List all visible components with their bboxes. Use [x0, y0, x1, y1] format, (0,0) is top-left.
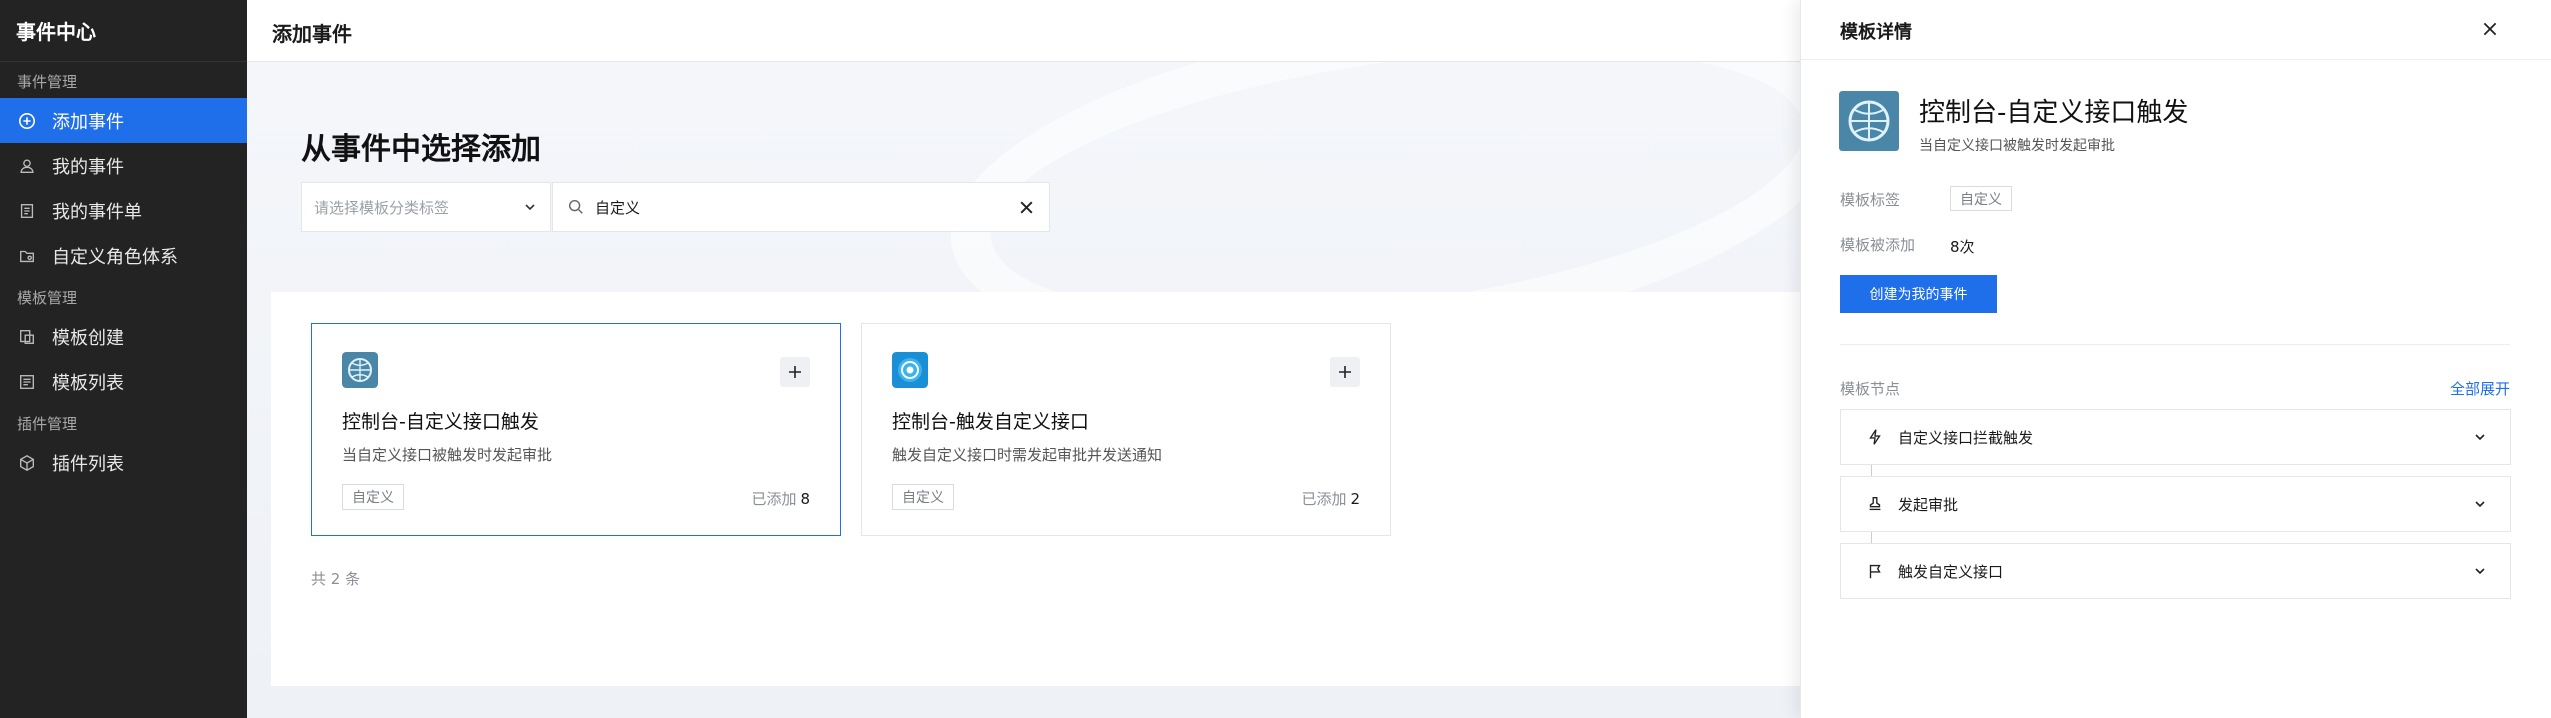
- added-label: 已添加: [751, 490, 797, 508]
- sidebar-item-label: 插件列表: [52, 453, 124, 475]
- group-title-event: 事件管理: [17, 73, 78, 91]
- clear-icon[interactable]: [1018, 199, 1035, 216]
- drawer-title: 模板详情: [1840, 22, 1912, 43]
- globe-logo-icon: [342, 352, 378, 388]
- user-icon: [18, 157, 36, 175]
- card-title: 控制台-自定义接口触发: [342, 411, 539, 433]
- target-logo-icon: [892, 352, 928, 388]
- group-title-template: 模板管理: [17, 289, 78, 307]
- result-panel: 控制台-自定义接口触发 当自定义接口被触发时发起审批 自定义 已添加 8 控制台-…: [271, 292, 1800, 686]
- divider: [1840, 344, 2510, 345]
- main-content: 从事件中选择添加 请选择模板分类标签 自定义 控制台-自定义接口触发 当自定义接…: [247, 62, 1800, 718]
- sidebar-item-plugin-list[interactable]: 插件列表: [0, 440, 247, 485]
- node-item[interactable]: 自定义接口拦截触发: [1840, 409, 2511, 465]
- template-card[interactable]: 控制台-自定义接口触发 当自定义接口被触发时发起审批 自定义 已添加 8: [311, 323, 841, 536]
- sidebar-item-template-create[interactable]: 模板创建: [0, 314, 247, 359]
- plus-icon: [1339, 366, 1351, 378]
- sidebar-item-label: 模板创建: [52, 327, 124, 349]
- category-select[interactable]: 请选择模板分类标签: [301, 182, 551, 232]
- cube-icon: [18, 454, 36, 472]
- drawer-template-name: 控制台-自定义接口触发: [1919, 98, 2189, 128]
- drawer-tag: 自定义: [1950, 186, 2012, 211]
- added-number: 2: [1350, 490, 1360, 508]
- added-number: 8: [800, 490, 810, 508]
- brand-title: 事件中心: [0, 0, 247, 62]
- search-input[interactable]: 自定义: [552, 182, 1050, 232]
- added-label: 已添加: [1301, 490, 1347, 508]
- chevron-down-icon: [2475, 501, 2485, 508]
- template-create-icon: [18, 328, 36, 346]
- add-button[interactable]: [1330, 357, 1360, 387]
- divider: [1801, 59, 2551, 60]
- node-item[interactable]: 触发自定义接口: [1840, 543, 2511, 599]
- chevron-down-icon: [2475, 434, 2485, 441]
- flag-icon: [1869, 564, 1881, 579]
- sidebar-item-label: 自定义角色体系: [52, 246, 178, 268]
- card-description: 触发自定义接口时需发起审批并发送通知: [892, 446, 1163, 464]
- group-title-plugin: 插件管理: [17, 415, 78, 433]
- card-description: 当自定义接口被触发时发起审批: [342, 446, 553, 464]
- close-icon[interactable]: [2481, 20, 2499, 38]
- category-select-placeholder: 请选择模板分类标签: [314, 198, 450, 217]
- drawer-template-desc: 当自定义接口被触发时发起审批: [1919, 138, 2115, 154]
- added-label: 模板被添加: [1840, 236, 1916, 254]
- page-title: 添加事件: [272, 22, 352, 46]
- total-count: 共 2 条: [311, 570, 361, 588]
- sidebar-item-add-event[interactable]: 添加事件: [0, 98, 247, 143]
- search-value: 自定义: [595, 198, 641, 217]
- node-label: 触发自定义接口: [1898, 562, 2004, 581]
- template-list-icon: [18, 373, 36, 391]
- chevron-down-icon: [525, 204, 535, 211]
- node-label: 发起审批: [1898, 495, 1959, 514]
- add-circle-icon: [18, 112, 36, 130]
- globe-logo-icon: [1839, 91, 1899, 151]
- sidebar-item-template-list[interactable]: 模板列表: [0, 359, 247, 404]
- sidebar-item-my-tickets[interactable]: 我的事件单: [0, 188, 247, 233]
- plus-icon: [789, 366, 801, 378]
- document-list-icon: [18, 202, 36, 220]
- card-added-count: 已添加 8: [751, 488, 810, 509]
- chevron-down-icon: [2475, 568, 2485, 575]
- sidebar-item-label: 我的事件单: [52, 201, 142, 223]
- sidebar-item-label: 模板列表: [52, 372, 124, 394]
- sidebar-item-label: 添加事件: [52, 111, 124, 133]
- card-tag: 自定义: [342, 484, 404, 510]
- sidebar: 事件中心 事件管理 添加事件 我的事件 我的事件单 自定义角色体系 模板管理 模…: [0, 0, 247, 718]
- sidebar-item-label: 我的事件: [52, 156, 124, 178]
- add-button[interactable]: [780, 357, 810, 387]
- stamp-icon: [1869, 497, 1881, 511]
- lightning-icon: [1869, 429, 1881, 445]
- expand-all-link[interactable]: 全部展开: [2450, 378, 2510, 399]
- template-detail-drawer: 模板详情 控制台-自定义接口触发 当自定义接口被触发时发起审批 模板标签 自定义…: [1800, 0, 2551, 718]
- sidebar-item-custom-roles[interactable]: 自定义角色体系: [0, 233, 247, 278]
- nodes-title: 模板节点: [1840, 380, 1901, 398]
- card-tag: 自定义: [892, 484, 954, 510]
- search-icon: [568, 199, 583, 214]
- card-title: 控制台-触发自定义接口: [892, 411, 1089, 433]
- node-label: 自定义接口拦截触发: [1898, 428, 2034, 447]
- card-added-count: 已添加 2: [1301, 488, 1360, 509]
- tag-label: 模板标签: [1840, 191, 1901, 209]
- sidebar-item-my-events[interactable]: 我的事件: [0, 143, 247, 188]
- folder-user-icon: [18, 247, 36, 265]
- create-my-event-button[interactable]: 创建为我的事件: [1840, 275, 1997, 313]
- section-heading: 从事件中选择添加: [301, 132, 541, 167]
- drawer-added-count: 8次: [1950, 238, 1975, 256]
- node-item[interactable]: 发起审批: [1840, 476, 2511, 532]
- template-card[interactable]: 控制台-触发自定义接口 触发自定义接口时需发起审批并发送通知 自定义 已添加 2: [861, 323, 1391, 536]
